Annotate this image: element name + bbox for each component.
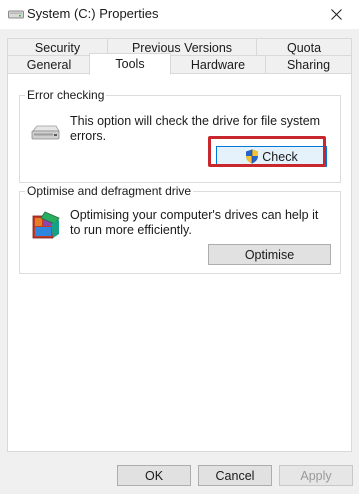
check-button[interactable]: Check (216, 146, 327, 167)
cancel-button[interactable]: Cancel (198, 465, 272, 486)
properties-window: System (C:) Properties Security Previous… (0, 0, 359, 494)
optimise-description: Optimising your computer's drives can he… (70, 208, 319, 237)
tab-tools[interactable]: Tools (89, 53, 171, 75)
tab-label: Quota (286, 41, 322, 55)
dialog-footer: OK Cancel Apply (0, 458, 359, 494)
tab-hardware[interactable]: Hardware (170, 55, 266, 74)
close-icon (330, 9, 342, 20)
optimise-group: Optimise and defragment drive Optimising… (19, 184, 341, 274)
tab-general[interactable]: General (7, 55, 91, 74)
error-checking-group: Error checking This option will check th… (19, 88, 341, 183)
tab-label: Hardware (190, 57, 246, 72)
optimise-label: Optimise and defragment drive (25, 184, 194, 198)
close-button[interactable] (313, 0, 359, 29)
tab-label: Sharing (286, 57, 331, 72)
optimise-button[interactable]: Optimise (208, 244, 331, 265)
check-button-label: Check (262, 149, 298, 164)
defrag-icon (32, 211, 60, 239)
tools-panel: Error checking This option will check th… (7, 73, 352, 452)
optimise-button-label: Optimise (244, 247, 295, 262)
apply-button[interactable]: Apply (279, 465, 353, 486)
title-bar[interactable]: System (C:) Properties (0, 0, 359, 29)
tab-label: General (26, 57, 72, 72)
drive-title-icon (8, 10, 24, 19)
error-checking-description: This option will check the drive for fil… (70, 114, 321, 143)
tab-sharing[interactable]: Sharing (265, 55, 352, 74)
tab-label: Tools (115, 57, 145, 71)
ok-button[interactable]: OK (117, 465, 191, 486)
ok-button-label: OK (144, 468, 164, 483)
apply-button-label: Apply (300, 468, 332, 483)
cancel-button-label: Cancel (215, 468, 255, 483)
tab-label: Security (34, 41, 81, 55)
window-title: System (C:) Properties (27, 6, 159, 21)
drive-icon (31, 125, 60, 140)
uac-shield-icon (246, 149, 259, 164)
error-checking-label: Error checking (25, 88, 107, 102)
